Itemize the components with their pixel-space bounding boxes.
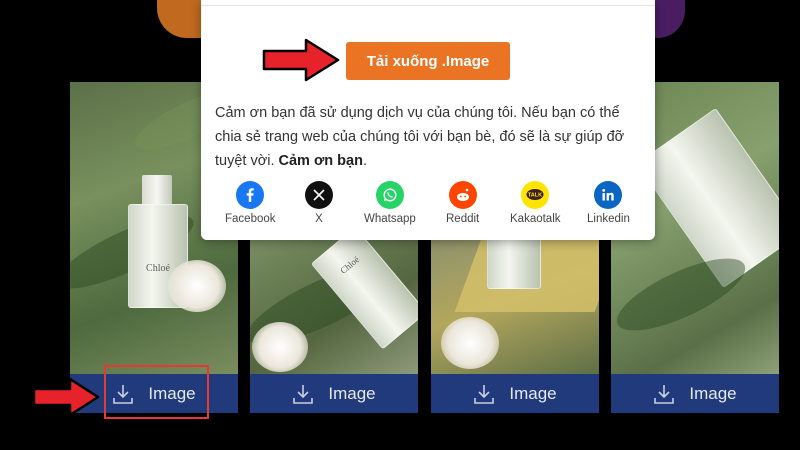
share-label: Reddit bbox=[446, 213, 480, 225]
share-kakaotalk-button[interactable]: TALK Kakaotalk bbox=[510, 181, 561, 225]
download-icon bbox=[653, 383, 675, 405]
x-icon bbox=[305, 181, 333, 209]
thanks-message: Cảm ơn bạn đã sử dụng dịch vụ của chúng … bbox=[215, 105, 625, 169]
download-image-button[interactable]: Image bbox=[431, 374, 599, 413]
whatsapp-icon bbox=[375, 181, 404, 209]
share-label: Linkedin bbox=[587, 213, 630, 225]
share-label: Kakaotalk bbox=[510, 213, 561, 225]
facebook-icon bbox=[236, 181, 265, 209]
svg-text:TALK: TALK bbox=[528, 193, 542, 199]
download-image-button[interactable]: Image bbox=[611, 374, 779, 413]
red-arrow-icon bbox=[32, 377, 100, 417]
share-facebook-button[interactable]: Facebook bbox=[225, 181, 276, 225]
share-label: X bbox=[315, 213, 323, 225]
reddit-icon bbox=[448, 181, 477, 209]
share-label: Whatsapp bbox=[364, 213, 416, 225]
highlight-box bbox=[104, 365, 209, 419]
kakaotalk-icon: TALK bbox=[521, 181, 550, 209]
share-x-button[interactable]: X bbox=[305, 181, 333, 225]
share-whatsapp-button[interactable]: Whatsapp bbox=[364, 181, 416, 225]
divider bbox=[201, 5, 655, 6]
share-linkedin-button[interactable]: Linkedin bbox=[587, 181, 630, 225]
download-label: Image bbox=[509, 383, 557, 403]
share-row: Facebook X Whatsapp Reddit TALK Kakaotal… bbox=[215, 181, 645, 231]
share-download-modal: Tải xuống .Image Cảm ơn bạn đã sử dụng d… bbox=[201, 0, 655, 240]
download-label: Image bbox=[328, 383, 376, 403]
download-file-button[interactable]: Tải xuống .Image bbox=[346, 42, 510, 80]
thanks-bold: Cảm ơn bạn bbox=[278, 153, 363, 169]
download-label: Image bbox=[689, 383, 737, 403]
bottle-label: Chloé bbox=[338, 254, 362, 276]
red-arrow-icon bbox=[262, 38, 340, 82]
share-label: Facebook bbox=[225, 213, 276, 225]
share-reddit-button[interactable]: Reddit bbox=[446, 181, 479, 225]
download-icon bbox=[473, 383, 495, 405]
download-image-button[interactable]: Image bbox=[250, 374, 418, 413]
download-icon bbox=[292, 383, 314, 405]
linkedin-icon bbox=[594, 181, 623, 209]
